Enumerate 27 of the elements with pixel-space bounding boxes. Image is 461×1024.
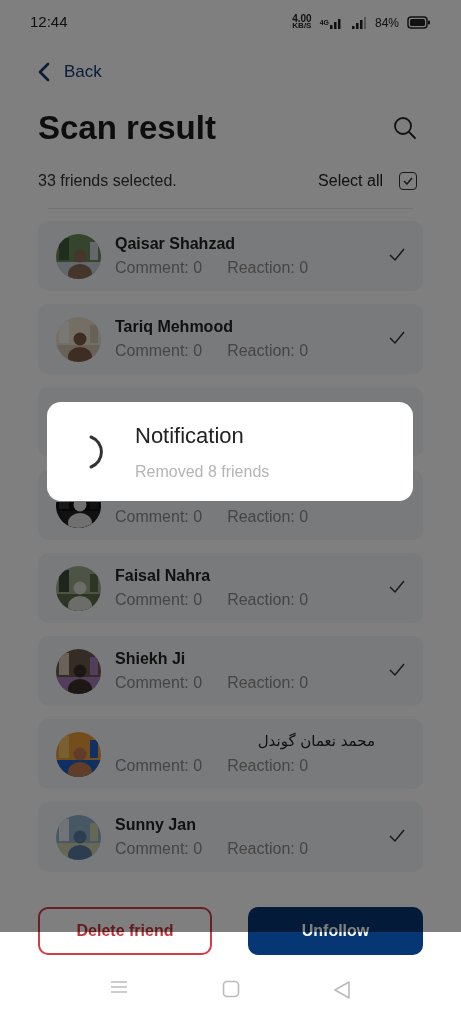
- battery-level: 84%: [374, 14, 399, 32]
- friend-name: Qaisar Shahzad: [115, 234, 237, 252]
- signal-icon: [350, 16, 367, 29]
- check-icon: [403, 176, 413, 185]
- status-time: 12:44: [30, 12, 68, 33]
- friend-name: Sunny Jan: [115, 815, 197, 833]
- notification-title: Notification: [135, 422, 245, 450]
- selection-count: 33 friends selected.: [38, 170, 177, 191]
- back-button[interactable]: Back: [64, 59, 102, 85]
- friend-name: Faisal Nahra: [115, 566, 212, 584]
- friend-name: محمد نعمان گوندل: [256, 731, 375, 750]
- select-all-label: Select all: [318, 170, 383, 191]
- search-icon[interactable]: [393, 116, 417, 140]
- check-icon[interactable]: [389, 331, 405, 347]
- network-speed: 4.00 KB/S: [292, 14, 312, 31]
- check-icon[interactable]: [389, 580, 405, 596]
- friend-name: Shiekh Ji: [115, 649, 187, 667]
- signal-icon: [328, 16, 343, 29]
- back-icon[interactable]: [38, 62, 50, 82]
- unfollow-button[interactable]: Unfollow: [248, 907, 423, 955]
- page-title: Scan result: [38, 108, 216, 148]
- battery-icon: [407, 16, 431, 29]
- check-icon[interactable]: [389, 248, 405, 264]
- friend-name: Tariq Mehmood: [115, 317, 234, 335]
- check-icon[interactable]: [389, 829, 405, 845]
- check-icon[interactable]: [389, 663, 405, 679]
- select-all-checkbox[interactable]: [399, 171, 417, 190]
